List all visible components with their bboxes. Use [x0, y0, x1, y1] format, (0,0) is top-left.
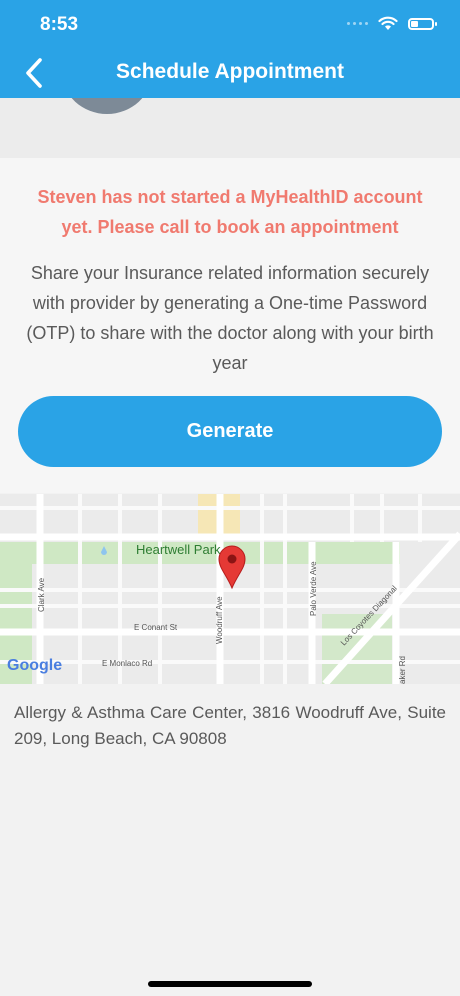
chevron-left-icon: [26, 58, 42, 88]
home-indicator[interactable]: [148, 981, 312, 987]
street-woodruff: Woodruff Ave: [215, 596, 224, 644]
street-baker: aker Rd: [398, 656, 407, 684]
wifi-icon: [378, 16, 398, 30]
page-title: Schedule Appointment: [116, 60, 344, 83]
status-time-overlay: 8:53: [40, 14, 79, 35]
profile-band: [0, 98, 460, 158]
street-palo-verde: Palo Verde Ave: [309, 561, 318, 616]
otp-info: Share your Insurance related information…: [26, 263, 434, 373]
status-icons-overlay: [347, 16, 437, 31]
street-monlaco: E Monlaco Rd: [102, 659, 152, 668]
park-label: Heartwell Park: [136, 542, 221, 557]
battery-icon: [408, 17, 437, 30]
cellular-signal-icon: [347, 22, 368, 25]
street-conant: E Conant St: [134, 623, 178, 632]
back-button-overlay[interactable]: [18, 54, 54, 94]
street-clark: Clark Ave: [37, 577, 46, 612]
generate-button[interactable]: Generate: [18, 396, 442, 467]
clinic-address: Allergy & Asthma Care Center, 3816 Woodr…: [14, 703, 446, 748]
account-warning: Steven has not started a MyHealthID acco…: [37, 187, 423, 237]
location-map[interactable]: Heartwell Park Clark Ave E Conant St Woo…: [0, 494, 460, 684]
google-logo: Google: [7, 657, 62, 674]
